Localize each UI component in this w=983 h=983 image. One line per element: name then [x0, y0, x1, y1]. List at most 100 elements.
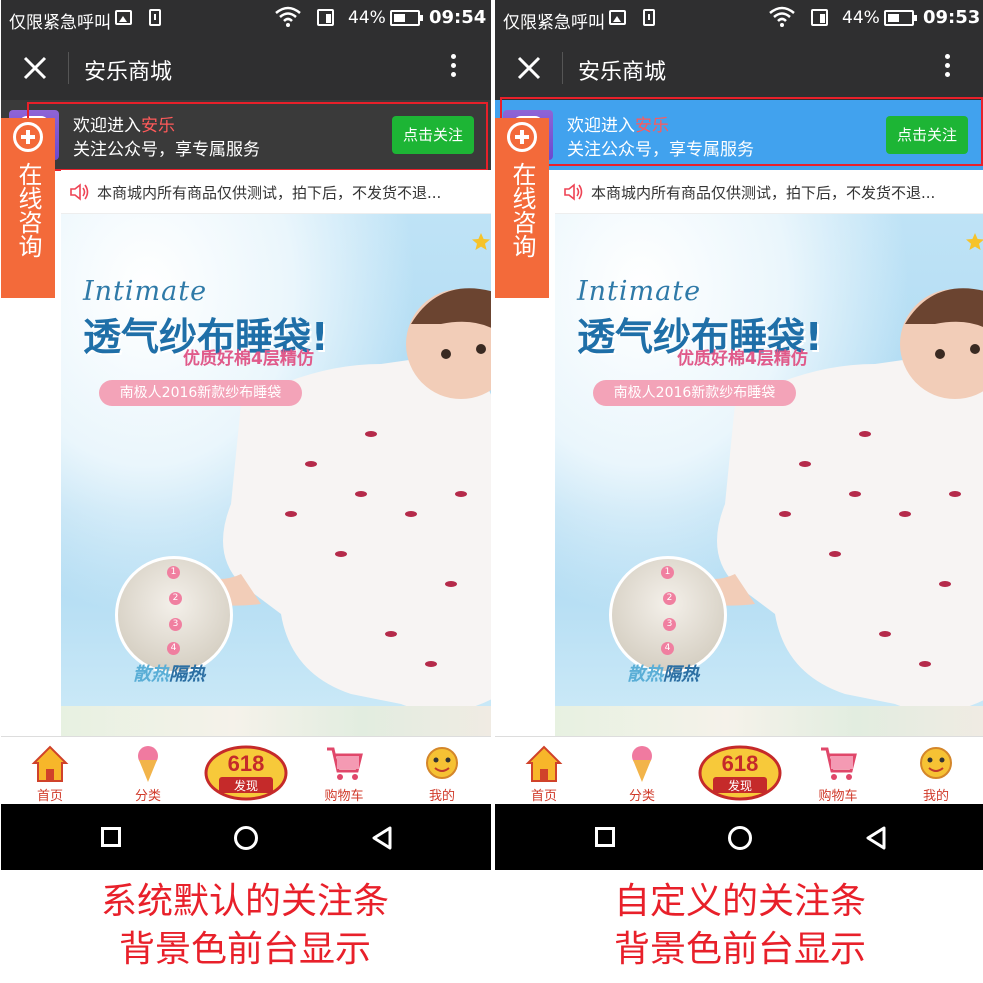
tab-home[interactable]: 首页: [1, 737, 99, 805]
caption-line: 系统默认的关注条: [100, 881, 389, 922]
tab-cart[interactable]: 购物车: [789, 737, 887, 805]
online-consult-button[interactable]: 在线咨询: [495, 118, 549, 298]
close-icon[interactable]: [17, 50, 53, 86]
layer-dot: 4: [167, 642, 180, 655]
face-icon: [920, 747, 952, 779]
618-badge-icon: 618 发现: [204, 745, 288, 801]
plus-icon: [507, 122, 537, 152]
banner-heat-text: 散热隔热: [627, 664, 699, 685]
home-button[interactable]: [728, 826, 752, 850]
cart-icon: [327, 747, 363, 780]
layer-dot: 3: [663, 618, 676, 631]
tab-label: 购物车: [324, 789, 364, 804]
cart-icon: [821, 747, 857, 780]
notice-text: 本商城内所有商品仅供测试，拍下后，不发货不退...: [591, 184, 936, 202]
layer-dot: 1: [661, 566, 674, 579]
online-consult-button[interactable]: 在线咨询: [1, 118, 55, 298]
carrier-text: 仅限紧急呼叫: [503, 13, 605, 33]
bottom-tab-bar: 首页 分类 618 发现 购物车 我的: [495, 736, 983, 804]
sim-icon: [643, 9, 655, 26]
banner-intimate: Intimate: [577, 276, 702, 307]
battery-percent: 44%: [842, 8, 880, 28]
consult-label: 在线咨询: [508, 162, 536, 258]
product-banner[interactable]: Intimate 透气纱布睡袋! 优质好棉4层精仿 南极人2016新款纱布睡袋 …: [61, 214, 491, 706]
battery-icon: [390, 10, 423, 26]
caption-line: 自定义的关注条: [613, 881, 866, 922]
plus-icon: [13, 122, 43, 152]
app-bar: 安乐商城: [495, 36, 983, 100]
tab-category[interactable]: 分类: [99, 737, 197, 805]
tab-mine[interactable]: 我的: [887, 737, 983, 805]
banner-subheadline: 优质好棉4层精仿: [677, 349, 808, 369]
tab-label: 购物车: [818, 789, 858, 804]
ice-cream-icon: [138, 746, 158, 782]
tab-label: 我的: [922, 789, 949, 804]
back-button[interactable]: [864, 825, 888, 851]
svg-text:618: 618: [228, 751, 265, 776]
close-icon[interactable]: [511, 50, 547, 86]
caption-custom: 自定义的关注条 背景色前台显示: [495, 878, 983, 974]
layer-dot: 2: [169, 592, 182, 605]
tab-discover[interactable]: 618 发现: [691, 737, 789, 805]
banner-pill: 南极人2016新款纱布睡袋: [99, 380, 302, 406]
bottom-tab-bar: 首页 分类 618 发现 购物车 我的: [1, 736, 491, 804]
house-icon: [31, 745, 69, 782]
svg-text:618: 618: [722, 751, 759, 776]
battery-percent: 44%: [348, 8, 386, 28]
home-button[interactable]: [234, 826, 258, 850]
banner-heat-text: 散热隔热: [133, 664, 205, 685]
carrier-text: 仅限紧急呼叫: [9, 13, 111, 33]
speaker-icon: [70, 183, 89, 201]
image-notification-icon: [115, 10, 132, 25]
ice-cream-icon: [632, 746, 652, 782]
recents-button[interactable]: [595, 827, 615, 847]
divider: [68, 52, 69, 84]
back-button[interactable]: [370, 825, 394, 851]
sim-icon: [149, 9, 161, 26]
product-banner[interactable]: Intimate 透气纱布睡袋! 优质好棉4层精仿 南极人2016新款纱布睡袋 …: [555, 214, 983, 706]
notice-bar: 本商城内所有商品仅供测试，拍下后，不发货不退...: [61, 170, 491, 214]
star-icon: [966, 233, 983, 250]
notice-bar: 本商城内所有商品仅供测试，拍下后，不发货不退...: [555, 170, 983, 214]
battery-icon: [884, 10, 917, 26]
tab-discover[interactable]: 618 发现: [197, 737, 295, 805]
tab-label: 我的: [428, 789, 455, 804]
wifi-icon: [275, 6, 301, 27]
system-nav-bar: [1, 804, 491, 870]
next-banner-preview: [555, 706, 983, 736]
caption-line: 背景色前台显示: [613, 929, 866, 970]
layer-dot: 3: [169, 618, 182, 631]
caption-line: 背景色前台显示: [118, 929, 371, 970]
more-menu-icon[interactable]: [441, 50, 465, 86]
tab-category[interactable]: 分类: [593, 737, 691, 805]
highlight-box: [500, 97, 983, 166]
consult-label: 在线咨询: [14, 162, 42, 258]
status-bar: 仅限紧急呼叫 44% 09:53: [495, 0, 983, 36]
speaker-icon: [564, 183, 583, 201]
svg-text:发现: 发现: [234, 778, 258, 793]
banner-intimate: Intimate: [83, 276, 208, 307]
page-title: 安乐商城: [84, 60, 173, 85]
layer-dot: 4: [661, 642, 674, 655]
notice-text: 本商城内所有商品仅供测试，拍下后，不发货不退...: [97, 184, 442, 202]
618-badge-icon: 618 发现: [698, 745, 782, 801]
clipboard-icon: [811, 9, 828, 26]
star-icon: [472, 233, 490, 250]
system-nav-bar: [495, 804, 983, 870]
next-banner-preview: [61, 706, 491, 736]
phone-screenshot-default: 仅限紧急呼叫 44% 09:54 安乐商城 欢迎进入安乐 关注公众号，享专属服务…: [1, 0, 491, 870]
app-bar: 安乐商城: [1, 36, 491, 100]
wifi-icon: [769, 6, 795, 27]
tab-home[interactable]: 首页: [495, 737, 593, 805]
tab-mine[interactable]: 我的: [393, 737, 491, 805]
more-menu-icon[interactable]: [935, 50, 959, 86]
tab-label: 首页: [530, 789, 557, 804]
clock: 09:53: [923, 7, 981, 28]
tab-cart[interactable]: 购物车: [295, 737, 393, 805]
divider: [562, 52, 563, 84]
svg-text:发现: 发现: [728, 778, 752, 793]
page-title: 安乐商城: [578, 60, 667, 85]
layer-dot: 1: [167, 566, 180, 579]
house-icon: [525, 745, 563, 782]
recents-button[interactable]: [101, 827, 121, 847]
